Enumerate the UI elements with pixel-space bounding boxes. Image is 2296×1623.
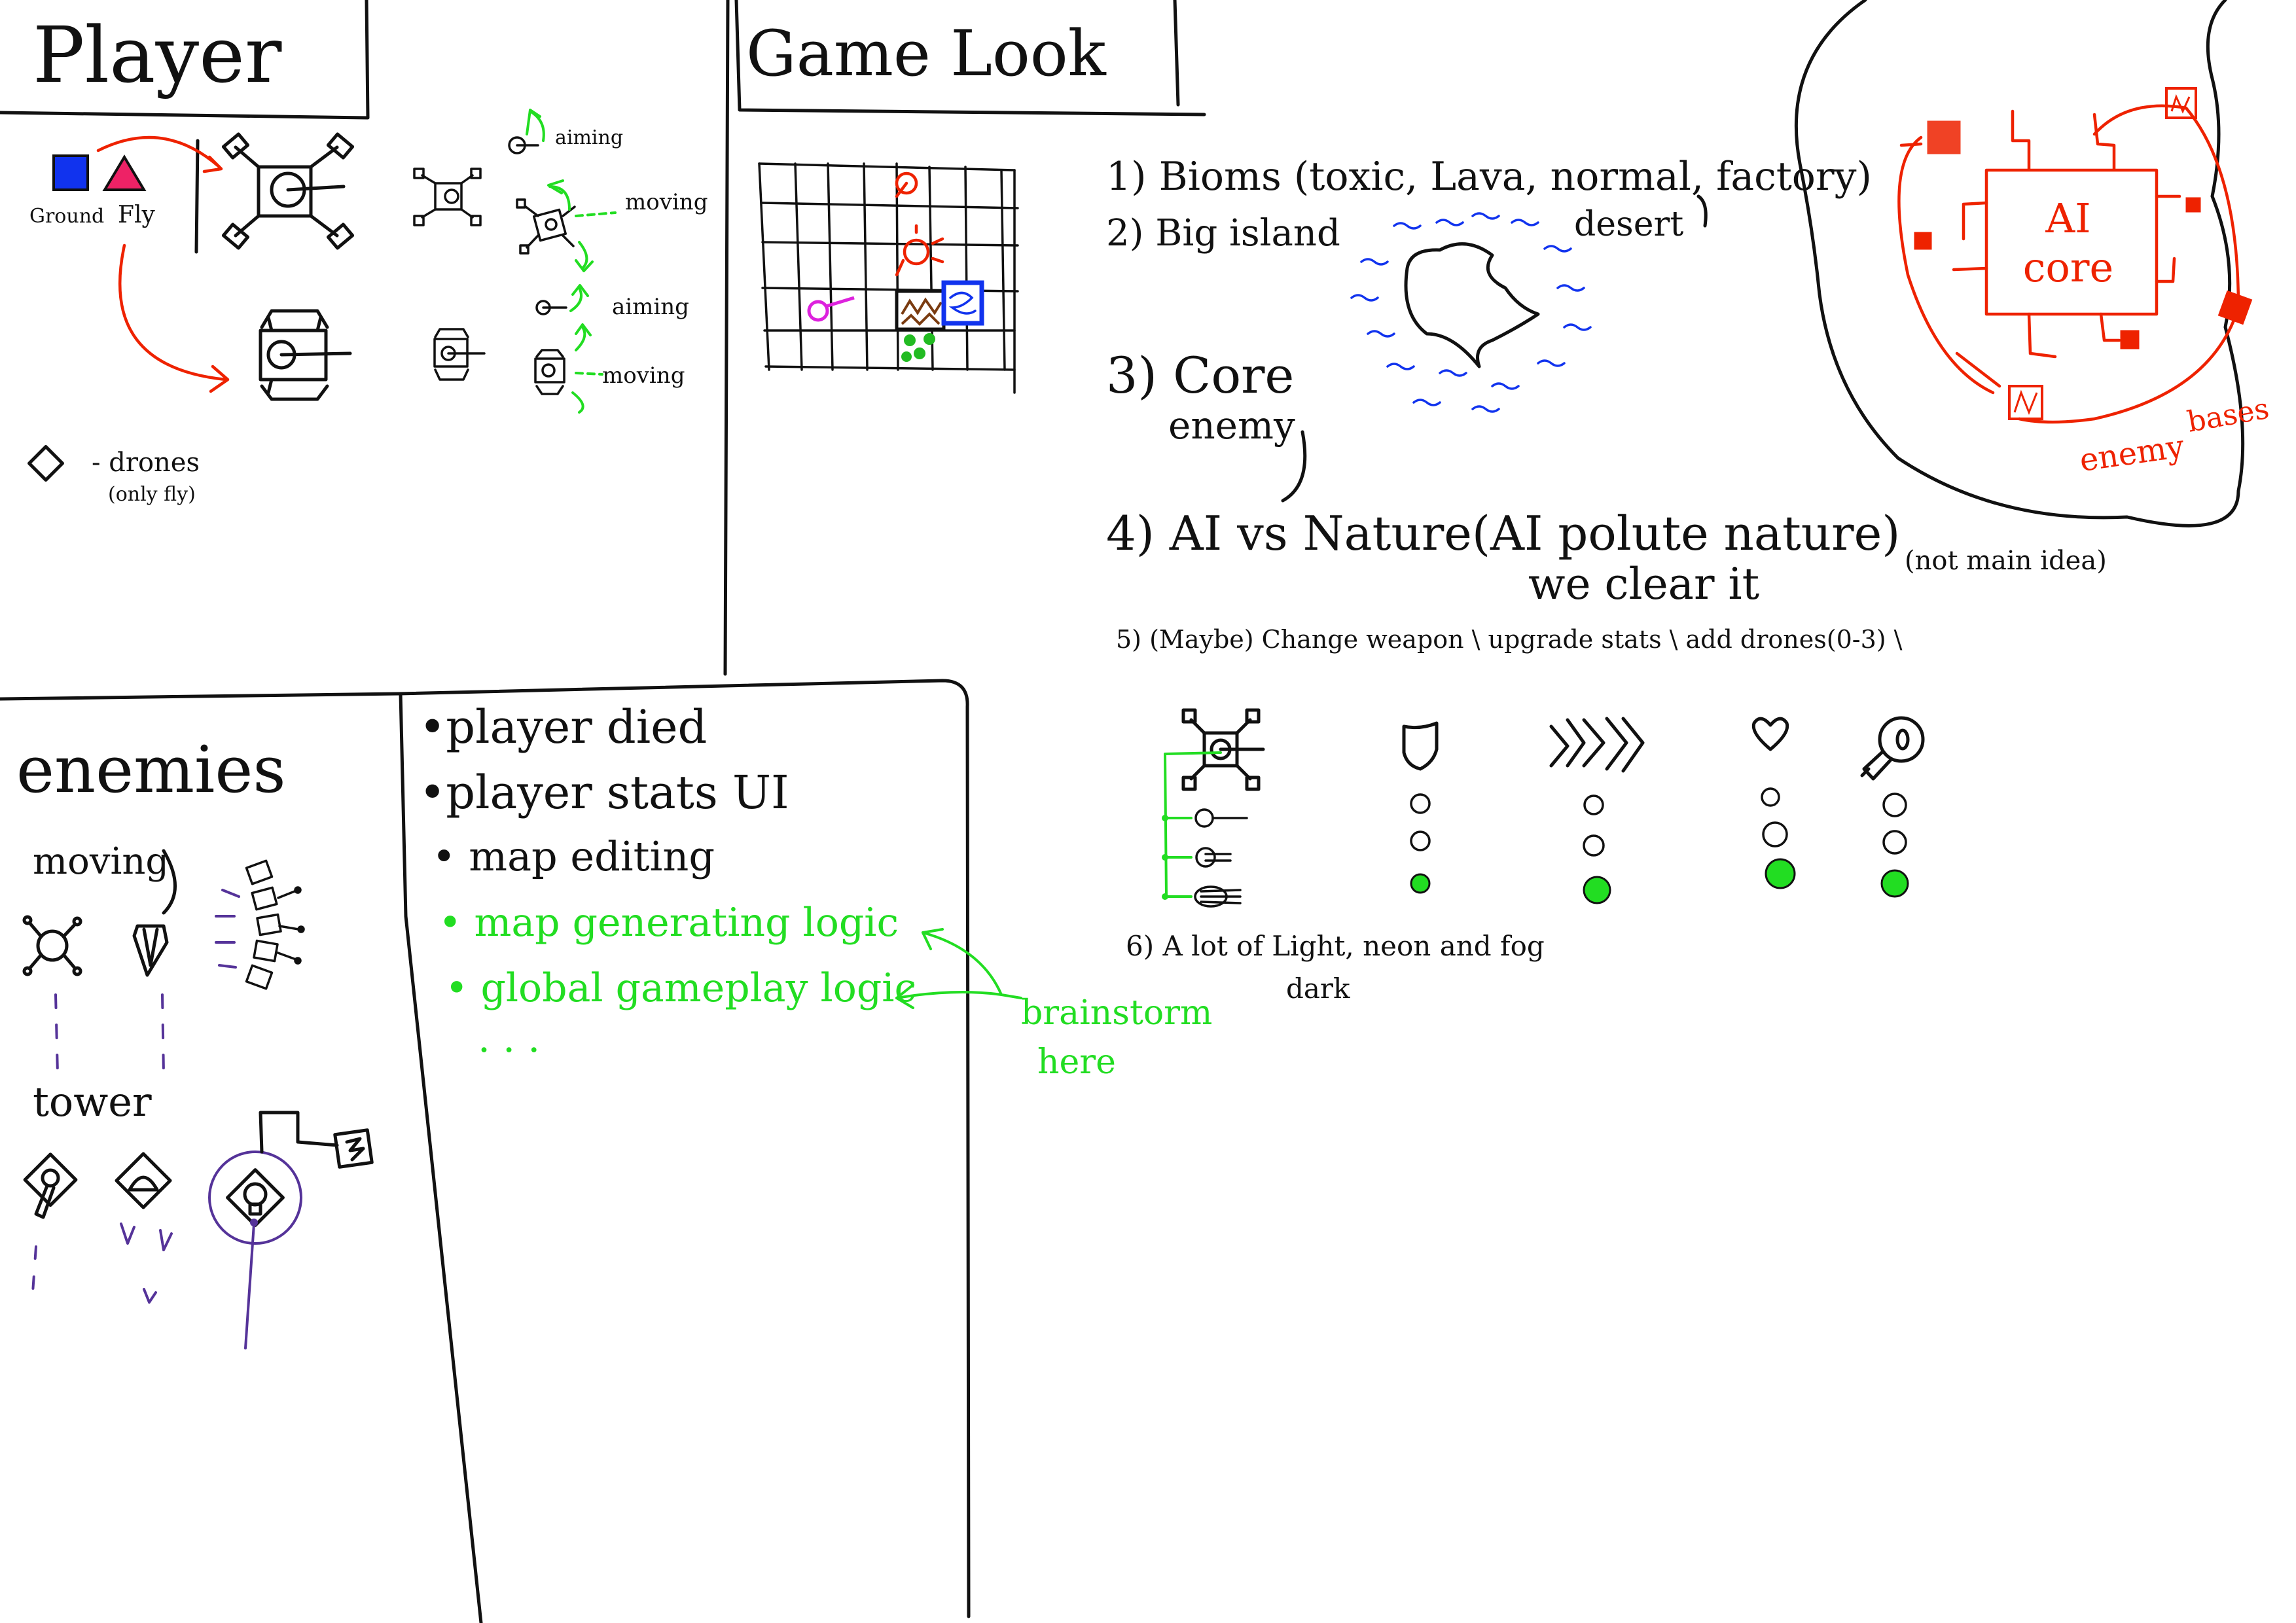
snake-trail bbox=[215, 889, 240, 969]
fly-moving-mech-icon bbox=[534, 349, 565, 395]
weapon-option-1-icon bbox=[1194, 808, 1248, 828]
todo-item-1: •player died bbox=[419, 700, 707, 754]
ground-mech-icon bbox=[221, 132, 355, 250]
weapon-branch bbox=[1162, 751, 1222, 900]
todo-item-3: • map editing bbox=[432, 832, 715, 880]
tower-dome-icon bbox=[115, 1152, 172, 1209]
weapon-option-3-icon bbox=[1194, 885, 1242, 908]
whiteboard: Player Ground Fly aiming moving aiming m… bbox=[0, 0, 2272, 1623]
armor-shield-icon bbox=[1402, 721, 1439, 771]
tower-turret-icon bbox=[23, 1152, 78, 1219]
enemies-tower-label: tower bbox=[33, 1078, 152, 1126]
game-look-item-enemy: enemy bbox=[1168, 403, 1295, 448]
speed-chevrons-icon bbox=[1549, 717, 1645, 773]
tower-turret-path bbox=[31, 1245, 37, 1294]
enemies-moving-label: moving bbox=[33, 840, 169, 883]
armor-level-dots bbox=[1410, 793, 1431, 894]
drone-eye-icon bbox=[1860, 716, 1925, 781]
enemy-spider-icon bbox=[22, 915, 82, 976]
moving-arrow-up bbox=[548, 185, 571, 211]
desert-tile-icon bbox=[895, 289, 946, 331]
game-look-item-1: 1) Bioms (toxic, Lava, normal, factory) bbox=[1106, 154, 1872, 200]
game-look-item-4c: (not main idea) bbox=[1905, 546, 2107, 576]
fly-triangle-icon bbox=[102, 154, 147, 191]
ai-core-label-2: core bbox=[2023, 243, 2113, 291]
red-sun-enemy-icon bbox=[895, 224, 944, 277]
moving-label-1: moving bbox=[625, 189, 708, 215]
health-level-dots bbox=[1761, 787, 1796, 889]
speed-level-dots bbox=[1583, 794, 1611, 904]
game-look-item-6b: dark bbox=[1286, 972, 1350, 1005]
tile-map-grid bbox=[758, 162, 1019, 394]
moving-mech-icon bbox=[516, 198, 576, 255]
tower-dome-shots bbox=[120, 1222, 173, 1304]
fly-mech-small-icon bbox=[433, 328, 486, 381]
enemy-snake-icon bbox=[245, 859, 305, 990]
drones-note: (only fly) bbox=[108, 483, 196, 506]
enemy-base-arrow bbox=[1955, 351, 2001, 388]
ai-core-box: AI core bbox=[1984, 168, 2159, 316]
red-turret-tile-icon bbox=[895, 171, 918, 198]
drone-diamond-icon bbox=[27, 445, 64, 482]
drone-level-dots bbox=[1880, 793, 1909, 898]
brainstorm-label-1: brainstorm bbox=[1021, 993, 1212, 1033]
arrow-to-fly-mech bbox=[118, 243, 228, 382]
ai-core-label-1: AI bbox=[2045, 194, 2090, 242]
bug-path bbox=[161, 993, 165, 1075]
island-sketch bbox=[1350, 212, 1592, 413]
fly-moving-arrow-down bbox=[571, 391, 584, 414]
todo-green-item-3: · · · bbox=[478, 1027, 540, 1073]
fly-mech-icon bbox=[259, 309, 352, 401]
water-tile-icon bbox=[941, 280, 984, 326]
game-look-item-5: 5) (Maybe) Change weapon \ upgrade stats… bbox=[1116, 625, 1903, 654]
game-look-item-6: 6) A lot of Light, neon and fog bbox=[1126, 930, 1545, 962]
todo-green-item-2: • global gameplay logic bbox=[445, 965, 916, 1011]
todo-item-2: •player stats UI bbox=[419, 766, 789, 819]
moving-label-2: moving bbox=[602, 363, 685, 389]
game-look-item-4: 4) AI vs Nature(AI polute nature) bbox=[1106, 506, 1900, 561]
enemies-title: enemies bbox=[16, 733, 286, 808]
desert-pointer bbox=[1696, 194, 1708, 228]
enemy-bases-label-2: bases bbox=[2185, 392, 2272, 439]
game-look-item-2: 2) Big island bbox=[1106, 212, 1340, 255]
game-look-item-desert: desert bbox=[1574, 205, 1683, 244]
game-look-item-3: 3) Core bbox=[1106, 346, 1294, 404]
ground-label: Ground bbox=[29, 205, 104, 228]
aiming-turret-icon bbox=[508, 136, 539, 154]
aiming-label-1: aiming bbox=[555, 126, 623, 149]
fly-aiming-turret-icon bbox=[535, 300, 567, 315]
game-look-title: Game Look bbox=[746, 17, 1107, 90]
upgrade-mech-icon bbox=[1181, 708, 1265, 791]
ground-square-icon bbox=[52, 154, 89, 191]
ground-mech-small-icon bbox=[413, 168, 482, 226]
game-look-item-4b: we clear it bbox=[1528, 559, 1759, 609]
fly-label: Fly bbox=[118, 202, 155, 228]
aiming-label-2: aiming bbox=[612, 294, 689, 320]
health-heart-icon bbox=[1751, 717, 1789, 751]
weapon-option-2-icon bbox=[1195, 847, 1232, 868]
enemy-bases-label-1: enemy bbox=[2077, 428, 2187, 479]
tower-laser-icon bbox=[208, 1111, 374, 1245]
brainstorm-label-2: here bbox=[1037, 1043, 1116, 1082]
enemy-bug-icon bbox=[132, 924, 169, 977]
todo-green-item-1: • map generating logic bbox=[439, 900, 899, 946]
player-title: Player bbox=[33, 10, 282, 100]
arrow-to-ground-mech bbox=[96, 135, 221, 169]
drones-label: - drones bbox=[92, 448, 200, 478]
spider-path bbox=[54, 993, 59, 1075]
forest-tile-icon bbox=[901, 333, 935, 362]
